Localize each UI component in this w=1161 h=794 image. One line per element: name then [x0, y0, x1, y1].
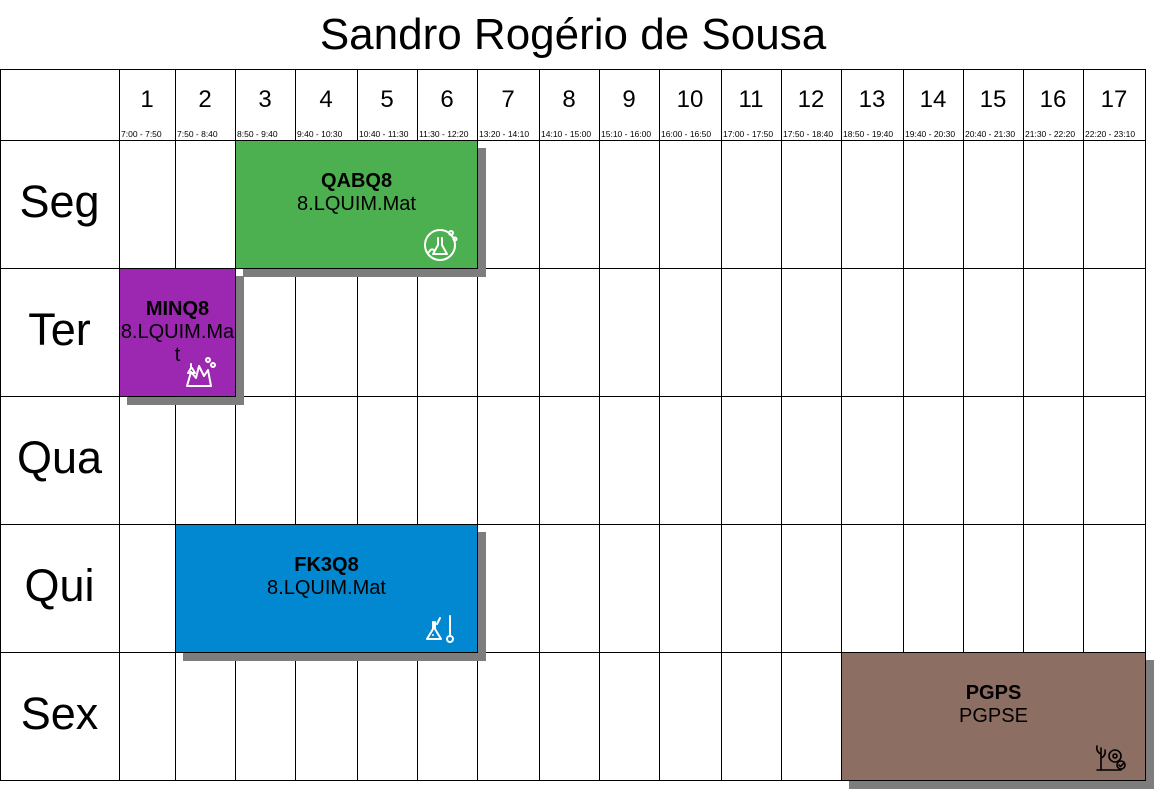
slot-number: 12: [797, 86, 825, 113]
slot-time: 10:40 - 11:30: [359, 129, 409, 139]
class-block[interactable]: QABQ8 8.LQUIM.Mat: [235, 140, 478, 269]
slot-number: 3: [258, 86, 272, 113]
slot-number: 17: [1100, 86, 1128, 113]
class-code: MINQ8: [145, 298, 210, 320]
slot-number: 6: [440, 86, 454, 113]
class-code: PGPS: [965, 682, 1022, 704]
class-block[interactable]: PGPS PGPSE: [841, 652, 1146, 781]
day-label: Qua: [16, 432, 103, 483]
slot-number: 10: [676, 86, 704, 113]
day-label: Sex: [20, 688, 99, 739]
day-label: Seg: [19, 176, 100, 227]
slot-number: 8: [562, 86, 576, 113]
slot-number: 2: [198, 86, 212, 113]
slot-time: 22:20 - 23:10: [1085, 129, 1136, 139]
grid-line-horizontal: [0, 69, 1146, 70]
slot-time: 17:50 - 18:40: [783, 129, 834, 139]
grid-line-vertical: [599, 69, 600, 781]
class-group: PGPSE: [959, 705, 1028, 727]
grid-line-horizontal: [0, 140, 1146, 141]
day-label: Qui: [24, 560, 95, 611]
slot-number: 1: [140, 86, 154, 113]
slot-number: 13: [858, 86, 886, 113]
slot-time: 7:00 - 7:50: [121, 129, 162, 139]
slot-time: 8:50 - 9:40: [237, 129, 278, 139]
slot-number: 11: [738, 86, 764, 113]
slot-time: 17:00 - 17:50: [723, 129, 774, 139]
class-group: 8.LQUIM.Mat: [267, 577, 386, 599]
slot-time: 14:10 - 15:00: [541, 129, 592, 139]
slot-number: 9: [622, 86, 636, 113]
class-group: 8.LQUIM.Mat: [297, 193, 416, 215]
slot-time: 9:40 - 10:30: [297, 129, 343, 139]
plant-gear-icon: [1091, 738, 1127, 774]
grid-line-vertical: [175, 69, 176, 781]
class-code: FK3Q8: [294, 554, 359, 576]
slot-number: 15: [979, 86, 1007, 113]
slot-time: 16:00 - 16:50: [661, 129, 712, 139]
chemistry-environment-icon: [423, 226, 459, 262]
slot-time: 11:30 - 12:20: [419, 129, 469, 139]
page-title: Sandro Rogério de Sousa: [319, 10, 827, 59]
slot-number: 5: [380, 86, 394, 113]
slot-time: 20:40 - 21:30: [965, 129, 1016, 139]
slot-number: 7: [501, 86, 515, 113]
slot-number: 16: [1039, 86, 1067, 113]
slot-time: 13:20 - 14:10: [479, 129, 530, 139]
crystal-chemistry-icon: [181, 354, 217, 390]
slot-time: 7:50 - 8:40: [177, 129, 218, 139]
grid-line-vertical: [781, 69, 782, 781]
grid-line-horizontal: [0, 524, 1146, 525]
grid-line-vertical: [659, 69, 660, 781]
grid-line-vertical: [721, 69, 722, 781]
slot-time: 18:50 - 19:40: [843, 129, 894, 139]
class-block[interactable]: FK3Q8 8.LQUIM.Mat: [175, 524, 478, 653]
slot-time: 21:30 - 22:20: [1025, 129, 1076, 139]
slot-number: 4: [319, 86, 333, 113]
slot-time: 15:10 - 16:00: [601, 129, 652, 139]
class-group: 8.LQUIM.Mat: [120, 321, 235, 366]
grid-line-vertical: [539, 69, 540, 781]
slot-time: 19:40 - 20:30: [905, 129, 956, 139]
class-block[interactable]: MINQ8 8.LQUIM.Mat: [119, 268, 236, 397]
day-label: Ter: [28, 304, 91, 355]
lab-equipment-icon: [423, 610, 459, 646]
grid-line-vertical: [119, 69, 120, 781]
class-code: QABQ8: [320, 170, 393, 192]
slot-number: 14: [919, 86, 947, 113]
